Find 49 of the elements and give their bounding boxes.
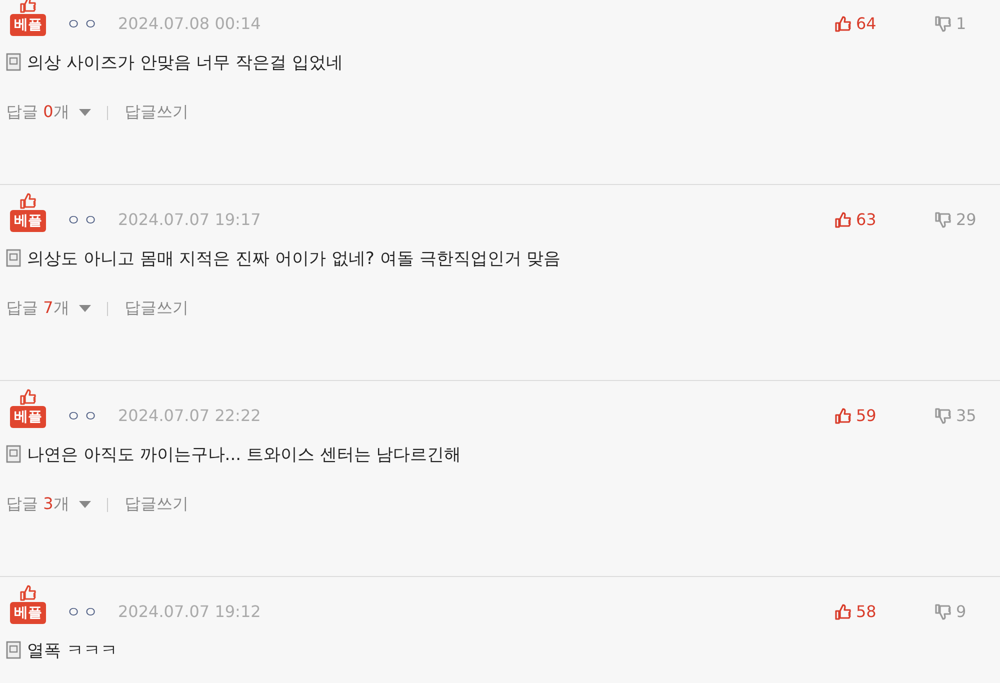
dislike-count: 1 [956, 13, 968, 35]
memo-icon [6, 53, 21, 71]
reply-count[interactable]: 답글 3개 [6, 494, 70, 515]
comment-date: 2024.07.07 19:17 [118, 209, 261, 231]
like-count: 58 [856, 601, 878, 623]
like-count: 63 [856, 209, 878, 231]
author-name: ㅇㅇ [66, 406, 100, 427]
thumbs-up-icon [19, 0, 37, 14]
dislike-count: 35 [956, 405, 978, 427]
memo-icon [6, 641, 21, 659]
best-badge: 베플 [10, 210, 46, 232]
dislike-icon[interactable] [934, 15, 952, 33]
comment-date: 2024.07.08 00:14 [118, 13, 261, 35]
author-name: ㅇㅇ [66, 602, 100, 623]
memo-icon [6, 445, 21, 463]
thumbs-up-icon [19, 584, 37, 602]
like-count: 59 [856, 405, 878, 427]
comment-text: 나연은 아직도 까이는구나... 트와이스 센터는 남다르긴해 [27, 444, 462, 466]
like-count: 64 [856, 13, 878, 35]
best-badge: 베플 [10, 406, 46, 428]
author-name: ㅇㅇ [66, 210, 100, 231]
memo-icon [6, 249, 21, 267]
dislike-icon[interactable] [934, 407, 952, 425]
best-badge: 베플 [10, 14, 46, 36]
like-icon[interactable] [834, 15, 852, 33]
reply-count[interactable]: 답글 7개 [6, 298, 70, 319]
thumbs-up-icon [19, 192, 37, 210]
comment-date: 2024.07.07 22:22 [118, 405, 261, 427]
comment-text: 의상도 아니고 몸매 지적은 진짜 어이가 없네? 여돌 극한직업인거 맞음 [27, 248, 561, 270]
thumbs-up-icon [19, 388, 37, 406]
like-icon[interactable] [834, 211, 852, 229]
comment-text: 열폭 ㅋㅋㅋ [27, 640, 118, 662]
write-reply-link[interactable]: 답글쓰기 [124, 494, 188, 515]
dislike-icon[interactable] [934, 211, 952, 229]
dislike-icon[interactable] [934, 603, 952, 621]
reply-count[interactable]: 답글 0개 [6, 102, 70, 123]
dislike-count: 29 [956, 209, 978, 231]
write-reply-link[interactable]: 답글쓰기 [124, 102, 188, 123]
best-badge: 베플 [10, 602, 46, 624]
author-name: ㅇㅇ [66, 14, 100, 35]
dislike-count: 9 [956, 601, 968, 623]
caret-icon[interactable] [79, 501, 92, 508]
comment-text: 의상 사이즈가 안맞음 너무 작은걸 입었네 [27, 52, 344, 74]
write-reply-link[interactable]: 답글쓰기 [124, 298, 188, 319]
comment-date: 2024.07.07 19:12 [118, 601, 261, 623]
like-icon[interactable] [834, 407, 852, 425]
caret-icon[interactable] [79, 109, 92, 116]
like-icon[interactable] [834, 603, 852, 621]
caret-icon[interactable] [79, 305, 92, 312]
